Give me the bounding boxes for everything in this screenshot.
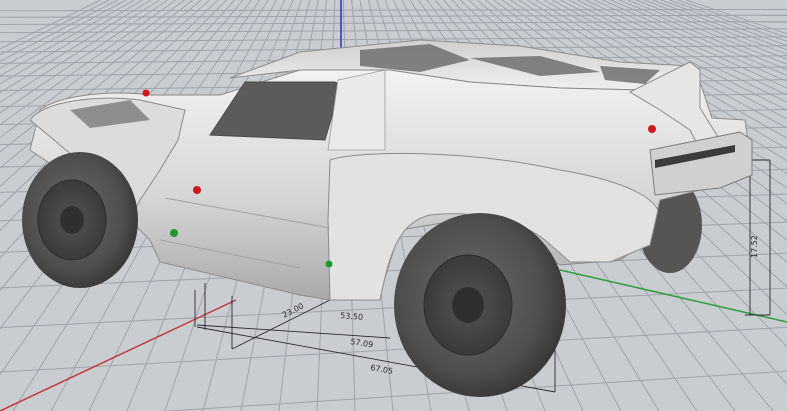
red-marker [142,89,150,97]
dimension-label-d4: 67.05 [370,363,394,376]
x-axis-line [0,299,237,411]
red-marker [648,125,656,133]
front-tire [22,152,138,288]
perspective-viewport[interactable]: 23.00 53.50 57.09 67.05 17.52 [0,0,787,411]
rear-tire [394,213,566,397]
green-marker [325,260,333,268]
side-window [209,81,340,141]
y-axis-line [559,269,787,323]
green-marker [170,229,178,237]
viewport-canvas[interactable]: 23.00 53.50 57.09 67.05 17.52 [0,0,787,411]
short-course-truck-body[interactable] [22,39,753,397]
dimension-label-d1: 23.00 [281,301,305,319]
dimension-label-d2: 53.50 [340,311,364,322]
dimension-label-height: 17.52 [750,235,759,258]
red-marker [193,186,201,194]
